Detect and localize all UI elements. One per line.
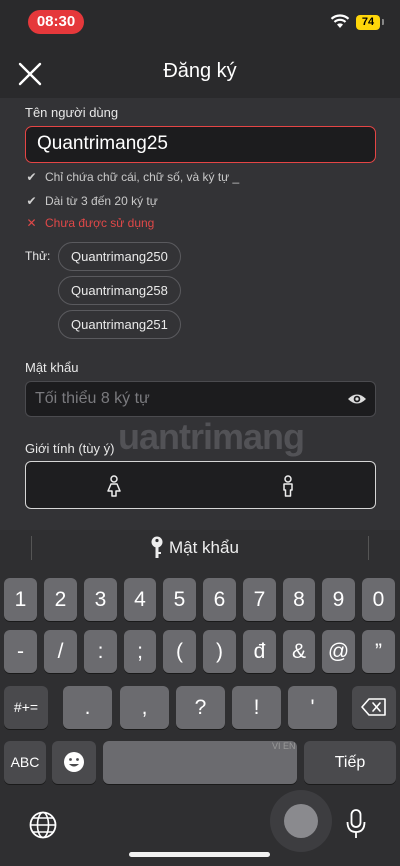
microphone-icon[interactable] [344, 808, 368, 840]
check-icon: ✔ [26, 194, 37, 208]
username-input[interactable]: Quantrimang25 [25, 126, 376, 163]
username-suggestion[interactable]: Quantrimang258 [58, 276, 181, 305]
key-apostrophe[interactable]: ' [288, 686, 337, 729]
home-indicator [129, 852, 270, 857]
backspace-icon [361, 698, 386, 716]
key-2[interactable]: 2 [44, 578, 77, 621]
emoji-icon [64, 752, 84, 772]
return-key[interactable]: Tiếp [304, 741, 396, 784]
key-4[interactable]: 4 [124, 578, 156, 621]
status-bar: 08:30 74 [0, 0, 400, 44]
key-7[interactable]: 7 [243, 578, 276, 621]
autofill-password[interactable]: Mật khẩu [150, 536, 239, 560]
gender-female-option[interactable] [25, 461, 201, 509]
eye-icon[interactable] [347, 390, 367, 408]
rule-text: Chưa được sử dụng [45, 216, 155, 230]
key-dong[interactable]: đ [243, 630, 276, 673]
key-hyphen[interactable]: - [4, 630, 37, 673]
space-key[interactable] [103, 741, 297, 784]
backspace-key[interactable] [352, 686, 396, 729]
key-question[interactable]: ? [176, 686, 225, 729]
autofill-bar: Mật khẩu [0, 530, 400, 570]
male-icon [283, 475, 293, 497]
emoji-key[interactable] [52, 741, 96, 784]
key-exclamation[interactable]: ! [232, 686, 281, 729]
key-3[interactable]: 3 [84, 578, 117, 621]
username-suggestion[interactable]: Quantrimang251 [58, 310, 181, 339]
signup-form: Tên người dùng Quantrimang25 ✔ Chỉ chứa … [0, 98, 400, 530]
assistive-touch-dot [284, 804, 318, 838]
wifi-icon [330, 14, 350, 28]
key-1[interactable]: 1 [4, 578, 37, 621]
rule-text: Chỉ chứa chữ cái, chữ số, và ký tự _ [45, 170, 240, 184]
rule-characters: ✔ Chỉ chứa chữ cái, chữ số, và ký tự _ [26, 170, 239, 184]
gender-label: Giới tính (tùy ý) [25, 441, 115, 456]
divider [31, 536, 32, 560]
rule-availability: ✕ Chưa được sử dụng [26, 216, 154, 230]
key-open-paren[interactable]: ( [163, 630, 196, 673]
globe-icon[interactable] [28, 810, 58, 840]
rule-length: ✔ Dài từ 3 đến 20 ký tự [26, 194, 158, 208]
key-close-paren[interactable]: ) [203, 630, 236, 673]
key-icon [151, 536, 163, 558]
page-title: Đăng ký [163, 60, 237, 82]
try-label: Thử: [25, 249, 51, 263]
password-label: Mật khẩu [25, 360, 79, 375]
cross-icon: ✕ [26, 216, 37, 230]
key-0[interactable]: 0 [362, 578, 395, 621]
autofill-label: Mật khẩu [169, 538, 239, 557]
key-9[interactable]: 9 [322, 578, 355, 621]
symbols-switch-key[interactable]: #+= [4, 686, 48, 729]
key-8[interactable]: 8 [283, 578, 315, 621]
space-language-label: VI EN [272, 741, 296, 751]
header: Đăng ký [0, 44, 400, 100]
time-display: 08:30 [28, 10, 84, 34]
abc-key[interactable]: ABC [4, 741, 46, 784]
key-period[interactable]: . [63, 686, 112, 729]
battery-icon [382, 19, 384, 25]
username-suggestion[interactable]: Quantrimang250 [58, 242, 181, 271]
key-colon[interactable]: : [84, 630, 117, 673]
key-ampersand[interactable]: & [283, 630, 315, 673]
keyboard: Mật khẩu 1 2 3 4 5 6 7 8 9 0 - / : ; ( )… [0, 530, 400, 866]
key-comma[interactable]: , [120, 686, 169, 729]
key-6[interactable]: 6 [203, 578, 236, 621]
key-slash[interactable]: / [44, 630, 77, 673]
rule-text: Dài từ 3 đến 20 ký tự [45, 194, 158, 208]
check-icon: ✔ [26, 170, 37, 184]
username-label: Tên người dùng [25, 105, 119, 120]
watermark: uantrimang [118, 416, 305, 457]
gender-male-option[interactable] [200, 461, 376, 509]
key-5[interactable]: 5 [163, 578, 196, 621]
female-icon [107, 475, 121, 497]
key-at[interactable]: @ [322, 630, 355, 673]
key-semicolon[interactable]: ; [124, 630, 156, 673]
battery-level: 74 [356, 15, 380, 30]
divider [368, 536, 369, 560]
password-input[interactable]: Tối thiểu 8 ký tự [25, 381, 376, 417]
key-quote[interactable]: ” [362, 630, 395, 673]
